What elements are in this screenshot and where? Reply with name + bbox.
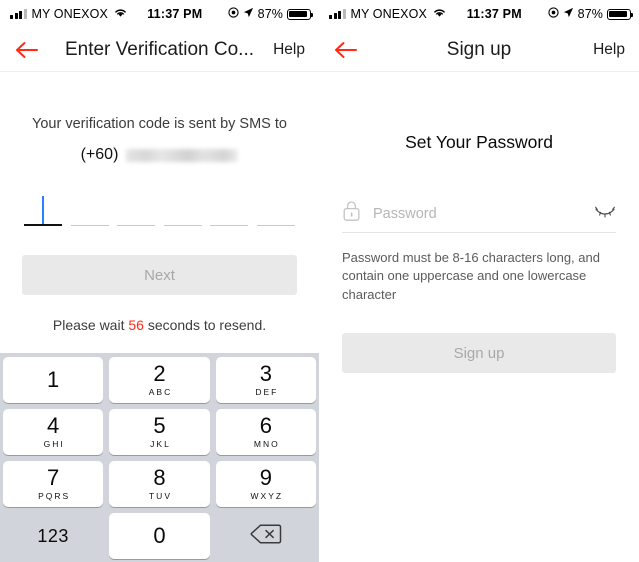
signal-strength-icon: [10, 9, 27, 19]
key-4[interactable]: 4 GHI: [3, 409, 104, 455]
resend-timer-text: Please wait 56 seconds to resend.: [22, 317, 297, 333]
key-1[interactable]: 1: [3, 357, 104, 403]
otp-slot-5[interactable]: [210, 196, 249, 226]
status-bar-right-group: 87%: [548, 7, 634, 21]
key-digit: 3: [259, 361, 272, 387]
status-bar-time-group: 11:37 PM: [447, 7, 548, 21]
key-letters: ABC: [148, 387, 173, 398]
text-caret: [42, 196, 44, 224]
battery-icon: [287, 8, 314, 20]
resend-suffix: seconds to resend.: [143, 317, 267, 333]
back-arrow-icon[interactable]: [333, 40, 359, 60]
key-letters: PQRS: [38, 491, 71, 502]
status-bar-left-group: MY ONEXOX: [329, 7, 447, 21]
key-9[interactable]: 9 WXYZ: [215, 461, 316, 507]
section-heading: Set Your Password: [405, 132, 553, 152]
keypad-row-1: 1 2 ABC 3 DEF: [3, 357, 316, 403]
key-5[interactable]: 5 JKL: [109, 409, 210, 455]
screenshot-root: MY ONEXOX 11:37 PM 87% Enter Verificatio…: [0, 0, 639, 562]
key-3[interactable]: 3 DEF: [215, 357, 316, 403]
key-digit: 6: [259, 413, 272, 439]
otp-input-group[interactable]: [22, 196, 297, 226]
left-screen: MY ONEXOX 11:37 PM 87% Enter Verificatio…: [0, 0, 319, 562]
key-letters: DEF: [255, 387, 279, 398]
key-backspace[interactable]: [216, 513, 316, 559]
key-8[interactable]: 8 TUV: [109, 461, 210, 507]
status-bar-right-group: 87%: [228, 7, 314, 21]
otp-slot-3[interactable]: [117, 196, 156, 226]
status-bar-clock: 11:37 PM: [147, 7, 203, 21]
eye-slash-icon[interactable]: [594, 204, 616, 223]
left-content: Your verification code is sent by SMS to…: [0, 116, 319, 333]
keypad-row-4: 123 0: [3, 513, 316, 559]
battery-percent: 87%: [577, 7, 603, 21]
status-bar-left: MY ONEXOX 11:37 PM 87%: [0, 0, 319, 28]
key-digit: 5: [153, 413, 166, 439]
carrier-name: MY ONEXOX: [31, 7, 108, 21]
resend-seconds: 56: [128, 317, 144, 333]
right-content: Set Your Password Password must be 8-16 …: [319, 132, 639, 374]
password-field-row: [342, 195, 616, 233]
battery-percent: 87%: [257, 7, 283, 21]
status-bar-left-group: MY ONEXOX: [10, 7, 128, 21]
location-arrow-icon: [243, 7, 254, 21]
back-arrow-icon[interactable]: [14, 40, 40, 60]
help-button[interactable]: Help: [273, 41, 305, 59]
nav-bar-left: Enter Verification Co... Help: [0, 28, 319, 72]
otp-slot-1[interactable]: [24, 196, 62, 226]
password-rules-text: Password must be 8-16 characters long, a…: [342, 250, 600, 302]
otp-slot-2[interactable]: [70, 196, 109, 226]
password-input[interactable]: [373, 205, 582, 222]
key-2[interactable]: 2 ABC: [109, 357, 210, 403]
key-digit: 1: [47, 367, 60, 392]
sms-info-text: Your verification code is sent by SMS to: [32, 116, 287, 132]
country-code: (+60): [80, 146, 119, 163]
lock-icon: [342, 200, 361, 227]
key-digit: 8: [153, 465, 166, 491]
backspace-icon: [250, 523, 282, 550]
key-digit: 7: [47, 465, 60, 491]
next-button[interactable]: Next: [22, 255, 297, 295]
keypad-row-3: 7 PQRS 8 TUV 9 WXYZ: [3, 461, 316, 507]
key-digit: 9: [259, 465, 272, 491]
key-digit: 2: [153, 361, 166, 387]
key-digit: 4: [47, 413, 60, 439]
nav-bar-right: Sign up Help: [319, 28, 639, 72]
key-switch-label: 123: [37, 525, 69, 546]
do-not-disturb-icon: [228, 7, 239, 21]
page-title: Enter Verification Co...: [64, 38, 255, 60]
key-letters: WXYZ: [250, 491, 284, 502]
right-screen: MY ONEXOX 11:37 PM 87% Sign up Help Set …: [319, 0, 639, 562]
numeric-keypad: 1 2 ABC 3 DEF 4 GHI 5 JKL 6 MNO 7 PQRS 8…: [0, 353, 319, 562]
resend-prefix: Please wait: [52, 317, 129, 333]
status-bar-time-group: 11:37 PM: [128, 7, 228, 21]
key-letters: TUV: [148, 491, 172, 502]
key-digit: 0: [153, 523, 166, 548]
status-bar-clock: 11:37 PM: [466, 7, 522, 21]
phone-number-row: (+60): [22, 146, 297, 164]
otp-slot-6[interactable]: [256, 196, 295, 226]
key-switch-123[interactable]: 123: [3, 513, 103, 559]
signup-button[interactable]: Sign up: [342, 333, 616, 374]
keypad-row-2: 4 GHI 5 JKL 6 MNO: [3, 409, 316, 455]
help-button[interactable]: Help: [593, 41, 625, 59]
key-6[interactable]: 6 MNO: [215, 409, 316, 455]
do-not-disturb-icon: [548, 7, 559, 21]
page-title: Sign up: [446, 38, 512, 60]
location-arrow-icon: [563, 7, 574, 21]
otp-slot-4[interactable]: [163, 196, 202, 226]
key-letters: GHI: [43, 439, 65, 450]
key-letters: MNO: [253, 439, 280, 450]
status-bar-right: MY ONEXOX 11:37 PM 87%: [319, 0, 639, 28]
key-7[interactable]: 7 PQRS: [3, 461, 104, 507]
masked-phone-number: [126, 148, 239, 162]
wifi-icon: [113, 7, 128, 21]
carrier-name: MY ONEXOX: [350, 7, 427, 21]
wifi-icon: [432, 7, 447, 21]
battery-icon: [607, 8, 634, 20]
key-letters: JKL: [150, 439, 171, 450]
signal-strength-icon: [329, 9, 346, 19]
key-0[interactable]: 0: [109, 513, 210, 559]
